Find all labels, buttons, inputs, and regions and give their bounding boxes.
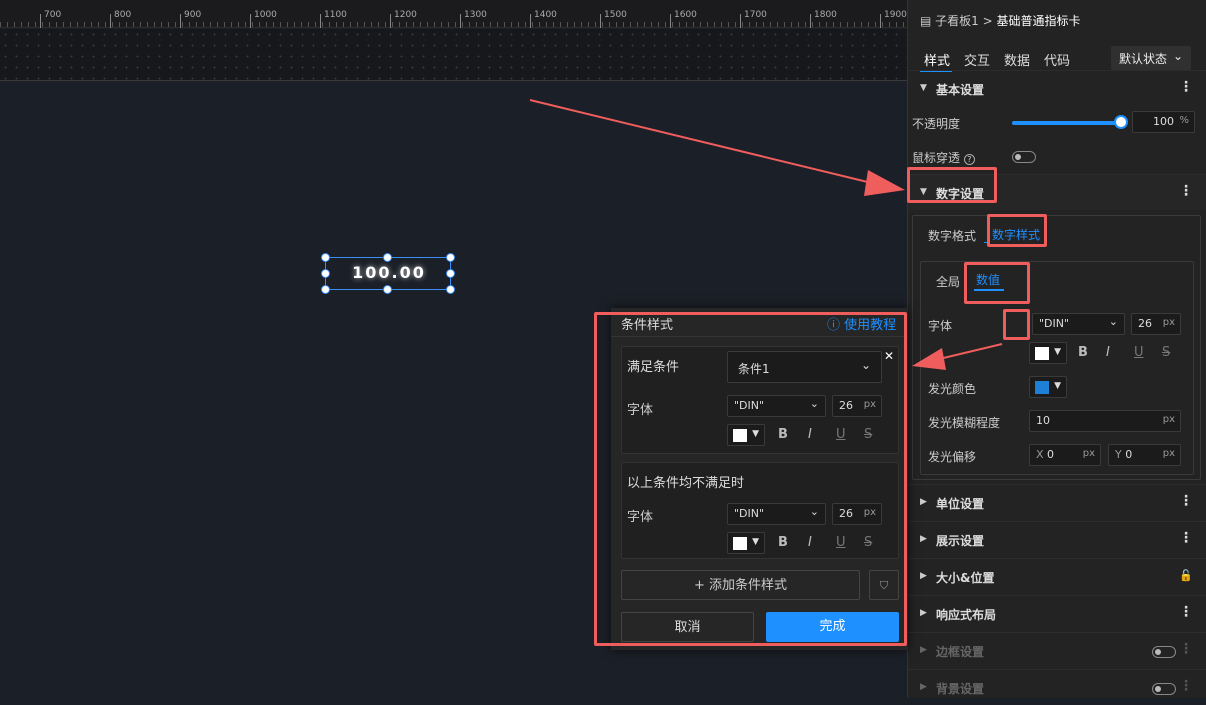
- annotation-arrow: [529, 99, 881, 186]
- arrowhead-icon: [912, 348, 946, 370]
- arrowhead-icon: [864, 170, 905, 196]
- annotation-arrows: [529, 99, 1003, 370]
- annotation-arrow: [934, 343, 1003, 361]
